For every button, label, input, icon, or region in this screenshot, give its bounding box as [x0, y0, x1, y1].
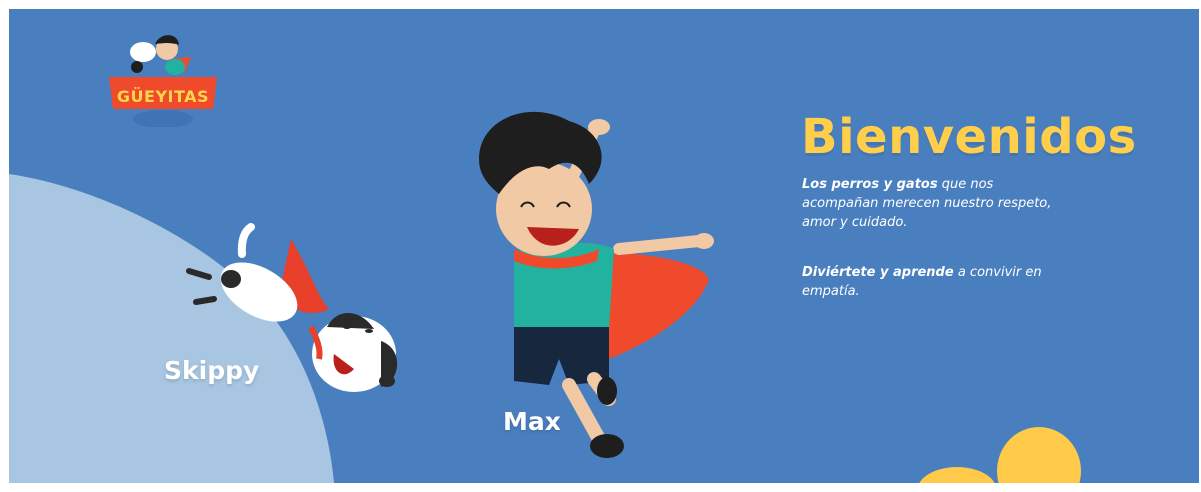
- dog-name-label: Skippy: [164, 356, 260, 385]
- hero-section: GÜEYITAS Skippy Max Bienvenidos Los perr…: [9, 9, 1199, 483]
- left-wave-shape: [9, 174, 334, 483]
- cta-emphasis: Diviértete y aprende: [802, 265, 954, 280]
- intro-paragraph: Los perros y gatos que nos acompañan mer…: [802, 175, 1052, 232]
- intro-emphasis: Los perros y gatos: [802, 177, 938, 192]
- yellow-blob-large: [997, 427, 1081, 483]
- yellow-blob-small: [919, 467, 995, 483]
- logo-text: GÜEYITAS: [116, 87, 210, 106]
- boy-name-label: Max: [503, 407, 561, 436]
- logo[interactable]: GÜEYITAS: [103, 27, 223, 128]
- logo-mascot-icon: [109, 35, 217, 128]
- cta-paragraph: Diviértete y aprende a convivir en empat…: [802, 263, 1052, 301]
- page-title: Bienvenidos: [801, 109, 1137, 165]
